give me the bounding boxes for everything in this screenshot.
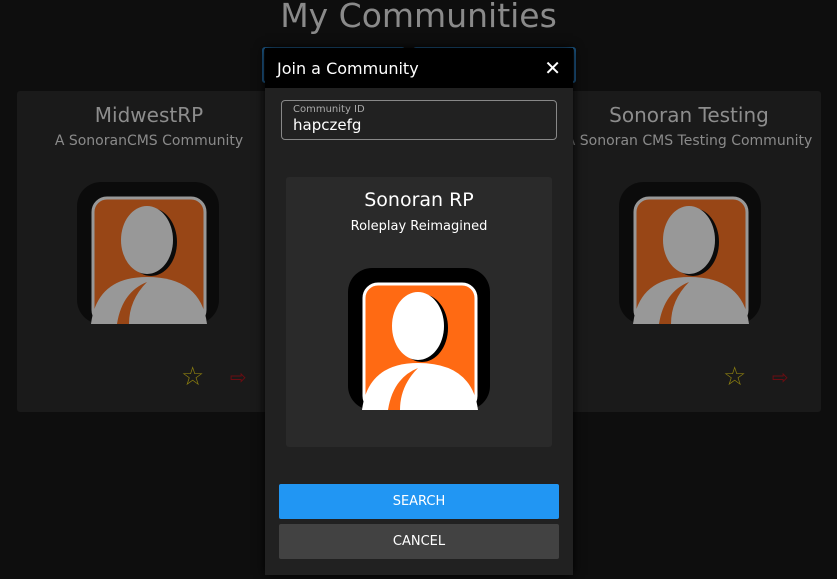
community-name: Sonoran Testing [609, 103, 769, 127]
dialog-header: Join a Community ✕ [265, 48, 573, 88]
result-description: Roleplay Reimagined [350, 219, 488, 234]
community-id-input[interactable] [293, 116, 545, 134]
close-icon[interactable]: ✕ [544, 56, 561, 80]
search-button[interactable]: SEARCH [279, 484, 559, 519]
community-description: A Sonoran CMS Testing Community [565, 133, 813, 149]
community-description: A SonoranCMS Community [54, 133, 244, 149]
dialog-title: Join a Community [277, 58, 419, 78]
community-logo [619, 182, 761, 324]
community-card[interactable]: Sonoran Testing A Sonoran CMS Testing Co… [557, 91, 821, 412]
result-name: Sonoran RP [364, 189, 474, 211]
community-id-field[interactable]: Community ID [281, 100, 557, 140]
field-label: Community ID [293, 104, 365, 115]
leave-community-icon[interactable]: ⇨ [230, 365, 247, 389]
leave-community-icon[interactable]: ⇨ [772, 365, 789, 389]
search-result-card[interactable]: Sonoran RP Roleplay Reimagined [286, 177, 552, 447]
community-name: MidwestRP [94, 103, 204, 127]
cancel-button[interactable]: CANCEL [279, 524, 559, 559]
page-title: My Communities [280, 0, 557, 35]
community-logo [348, 268, 490, 410]
community-card[interactable]: MidwestRP A SonoranCMS Community ☆ ⇨ [17, 91, 281, 412]
favorite-star-icon[interactable]: ☆ [181, 362, 204, 392]
join-community-dialog: Join a Community ✕ Community ID Sonoran … [265, 48, 573, 575]
community-logo [77, 182, 219, 324]
favorite-star-icon[interactable]: ☆ [723, 362, 746, 392]
